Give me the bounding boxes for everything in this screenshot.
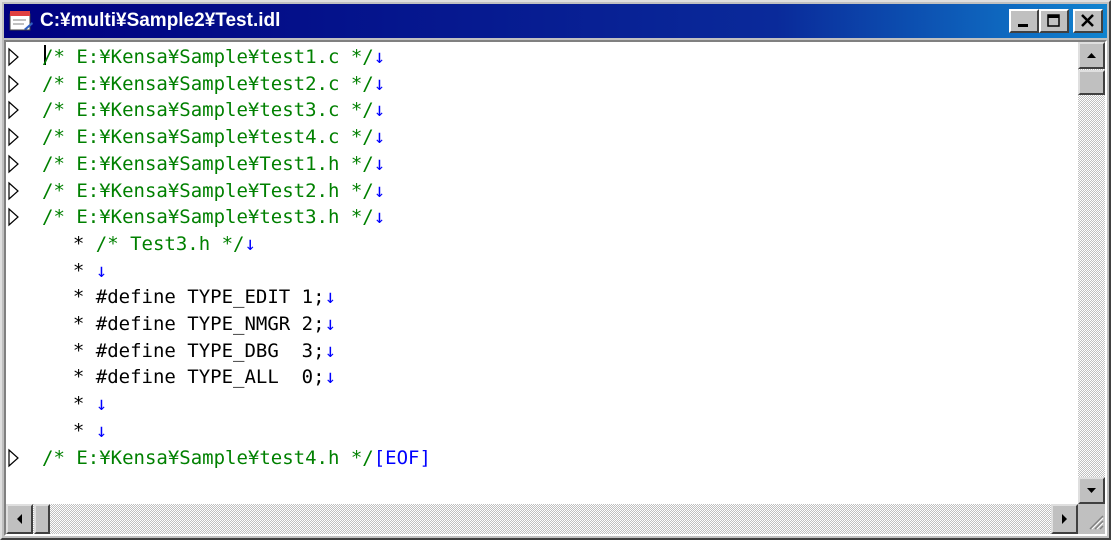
line-marker-icon[interactable]: [8, 180, 20, 202]
eol-marker: ↓: [373, 152, 386, 175]
app-icon[interactable]: [8, 9, 34, 33]
comment-text: /* E:¥Kensa¥Sample¥test4.h */: [42, 446, 374, 469]
resize-grip-icon: [1089, 515, 1104, 530]
vertical-scroll-thumb[interactable]: [1078, 70, 1105, 95]
code-line[interactable]: /* E:¥Kensa¥Sample¥test3.c */↓: [42, 99, 385, 121]
eol-marker: ↓: [324, 286, 337, 309]
code-line[interactable]: * /* Test3.h */↓: [50, 233, 256, 255]
eol-marker: ↓: [373, 72, 386, 95]
eol-marker: ↓: [373, 206, 386, 229]
comment-star: *: [72, 286, 96, 309]
arrow-down-icon: [1087, 488, 1096, 493]
eol-marker: ↓: [95, 393, 108, 416]
eol-marker: ↓: [95, 419, 108, 442]
code-line[interactable]: * ↓: [50, 393, 107, 415]
maximize-button[interactable]: [1039, 9, 1069, 33]
code-text: #define TYPE_NMGR 2;: [95, 313, 325, 335]
title-bar[interactable]: C:¥multi¥Sample2¥Test.idl: [4, 4, 1107, 38]
line-marker-icon[interactable]: [8, 46, 20, 68]
comment-text: /* E:¥Kensa¥Sample¥test4.c */: [42, 126, 374, 149]
comment-text: /* E:¥Kensa¥Sample¥test1.c */: [42, 46, 374, 68]
line-marker-icon[interactable]: [8, 153, 20, 175]
arrow-up-icon: [1087, 53, 1096, 58]
window-title: C:¥multi¥Sample2¥Test.idl: [40, 10, 281, 31]
resize-grip[interactable]: [1078, 504, 1105, 534]
comment-text: /* E:¥Kensa¥Sample¥Test2.h */: [42, 179, 374, 202]
close-icon: [1081, 14, 1094, 27]
code-line[interactable]: /* E:¥Kensa¥Sample¥test4.h */[EOF]: [42, 447, 431, 469]
arrow-left-icon: [17, 514, 22, 524]
comment-text: /* E:¥Kensa¥Sample¥test3.c */: [42, 99, 374, 122]
scroll-right-button[interactable]: [1051, 504, 1078, 534]
line-marker-icon[interactable]: [8, 73, 20, 95]
comment-text: /* E:¥Kensa¥Sample¥Test1.h */: [42, 152, 374, 175]
scroll-left-button[interactable]: [6, 504, 33, 534]
line-marker-icon[interactable]: [8, 447, 20, 469]
eol-marker: ↓: [373, 99, 386, 122]
eol-marker: ↓: [95, 259, 108, 282]
code-line[interactable]: * #define TYPE_NMGR 2;↓: [50, 313, 336, 335]
horizontal-scrollbar[interactable]: [6, 504, 1078, 534]
code-line[interactable]: * #define TYPE_DBG 3;↓: [50, 340, 336, 362]
eol-marker: ↓: [373, 46, 386, 68]
code-line[interactable]: * ↓: [50, 420, 107, 442]
vertical-scrollbar[interactable]: [1078, 42, 1105, 504]
scroll-down-button[interactable]: [1078, 477, 1105, 504]
code-line[interactable]: /* E:¥Kensa¥Sample¥test3.h */↓: [42, 206, 385, 228]
horizontal-scroll-thumb[interactable]: [34, 504, 50, 534]
comment-star: *: [72, 313, 96, 335]
code-line[interactable]: * ↓: [50, 260, 107, 282]
comment-star: *: [72, 419, 96, 442]
scroll-up-button[interactable]: [1078, 42, 1105, 69]
code-line[interactable]: * #define TYPE_EDIT 1;↓: [50, 286, 336, 308]
arrow-right-icon: [1062, 514, 1067, 524]
code-line[interactable]: /* E:¥Kensa¥Sample¥Test1.h */↓: [42, 153, 385, 175]
minimize-button[interactable]: [1009, 9, 1039, 33]
eol-marker: ↓: [373, 126, 386, 149]
comment-text: /* E:¥Kensa¥Sample¥test2.c */: [42, 72, 374, 95]
maximize-icon: [1047, 14, 1060, 27]
line-marker-icon[interactable]: [8, 206, 20, 228]
eol-marker: ↓: [244, 232, 256, 255]
code-text: #define TYPE_EDIT 1;: [95, 286, 325, 309]
code-line[interactable]: /* E:¥Kensa¥Sample¥test1.c */↓: [42, 46, 385, 68]
comment-star: *: [72, 339, 96, 362]
comment-star: *: [72, 366, 96, 389]
client-area: /* E:¥Kensa¥Sample¥test1.c */↓/* E:¥Kens…: [4, 40, 1107, 536]
code-line[interactable]: /* E:¥Kensa¥Sample¥test2.c */↓: [42, 73, 385, 95]
comment-text: /* E:¥Kensa¥Sample¥test3.h */: [42, 206, 374, 229]
minimize-icon: [1018, 24, 1028, 27]
code-line[interactable]: /* E:¥Kensa¥Sample¥Test2.h */↓: [42, 180, 385, 202]
line-marker-icon[interactable]: [8, 126, 20, 148]
text-editor[interactable]: /* E:¥Kensa¥Sample¥test1.c */↓/* E:¥Kens…: [6, 42, 1078, 504]
comment-text: /* Test3.h */: [95, 232, 245, 255]
eof-marker: [EOF]: [373, 446, 431, 469]
eol-marker: ↓: [373, 179, 386, 202]
eol-marker: ↓: [324, 366, 337, 389]
line-marker-icon[interactable]: [8, 99, 20, 121]
close-button[interactable]: [1073, 9, 1103, 33]
code-line[interactable]: * #define TYPE_ALL 0;↓: [50, 366, 336, 388]
code-text: #define TYPE_ALL 0;: [95, 366, 325, 389]
comment-star: *: [72, 393, 96, 416]
eol-marker: ↓: [324, 339, 337, 362]
code-text: #define TYPE_DBG 3;: [95, 339, 325, 362]
editor-window: C:¥multi¥Sample2¥Test.idl /* E:¥Kensa¥Sa…: [0, 0, 1111, 540]
comment-star: *: [72, 232, 96, 255]
code-line[interactable]: /* E:¥Kensa¥Sample¥test4.c */↓: [42, 126, 385, 148]
eol-marker: ↓: [324, 313, 337, 335]
comment-star: *: [72, 259, 96, 282]
